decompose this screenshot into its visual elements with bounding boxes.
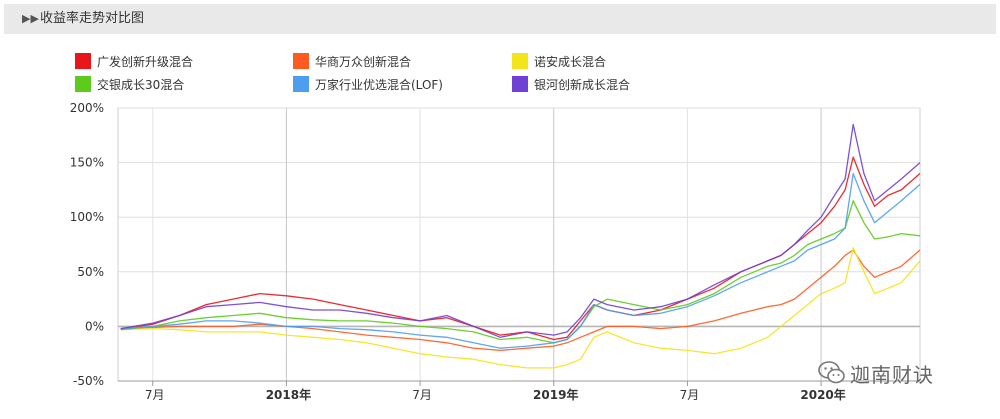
x-tick-label: 2018年 bbox=[266, 387, 311, 402]
y-tick-label: 150% bbox=[70, 156, 104, 170]
x-tick-label: 7月 bbox=[412, 388, 432, 402]
watermark: 迦南财诀 bbox=[818, 356, 934, 390]
x-tick-label: 7月 bbox=[680, 388, 700, 402]
watermark-text: 迦南财诀 bbox=[850, 362, 934, 387]
series-line-0 bbox=[120, 156, 921, 341]
wechat-icon bbox=[818, 361, 845, 384]
series-line-2 bbox=[120, 247, 921, 369]
y-tick-label: 100% bbox=[70, 210, 104, 224]
series-line-1 bbox=[120, 249, 921, 352]
y-tick-label: 0% bbox=[85, 319, 104, 333]
x-tick-label: 7月 bbox=[145, 388, 165, 402]
y-tick-label: 200% bbox=[70, 101, 104, 115]
y-tick-label: 50% bbox=[77, 265, 104, 279]
y-tick-label: -50% bbox=[73, 374, 104, 388]
series-line-4 bbox=[120, 172, 921, 349]
plot-frame bbox=[117, 107, 921, 382]
x-tick-label: 2019年 bbox=[533, 387, 578, 402]
series-line-5 bbox=[120, 123, 921, 338]
